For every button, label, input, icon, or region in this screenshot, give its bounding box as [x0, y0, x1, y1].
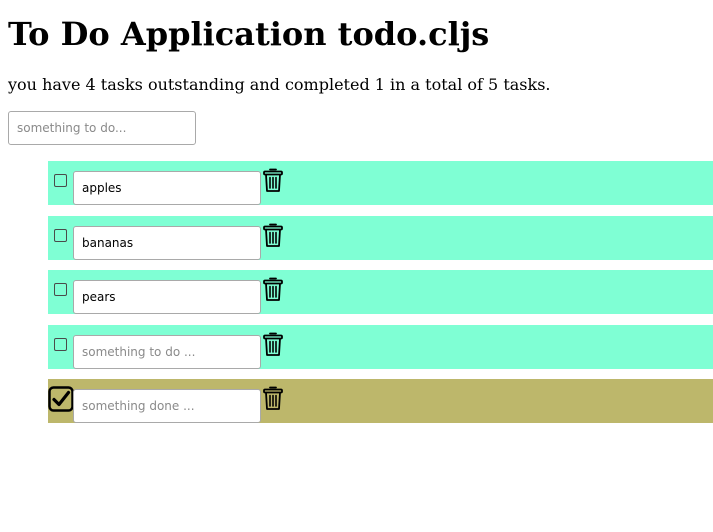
task-text-input[interactable]	[73, 280, 261, 314]
task-checkbox[interactable]	[54, 228, 67, 242]
task-item	[48, 161, 713, 205]
task-item	[48, 324, 713, 369]
task-checkbox[interactable]	[54, 337, 67, 351]
task-item	[48, 270, 713, 314]
trash-icon[interactable]	[262, 385, 284, 411]
task-list	[48, 161, 713, 434]
trash-icon[interactable]	[262, 331, 284, 357]
page-title: To Do Application todo.cljs	[8, 15, 490, 53]
trash-icon[interactable]	[262, 167, 284, 193]
task-text-input[interactable]	[73, 334, 261, 369]
task-summary: you have 4 tasks outstanding and complet…	[8, 75, 551, 94]
task-item	[48, 215, 713, 260]
task-item-completed	[48, 379, 713, 423]
task-checkbox[interactable]	[54, 283, 67, 296]
trash-icon[interactable]	[262, 222, 284, 248]
task-text-input[interactable]	[73, 225, 261, 260]
checkmark-checkbox-icon[interactable]	[48, 386, 74, 412]
task-text-input[interactable]	[73, 171, 261, 205]
task-text-input[interactable]	[73, 389, 261, 423]
new-task-input[interactable]	[8, 111, 196, 145]
trash-icon[interactable]	[262, 276, 284, 302]
task-checkbox[interactable]	[54, 174, 67, 187]
